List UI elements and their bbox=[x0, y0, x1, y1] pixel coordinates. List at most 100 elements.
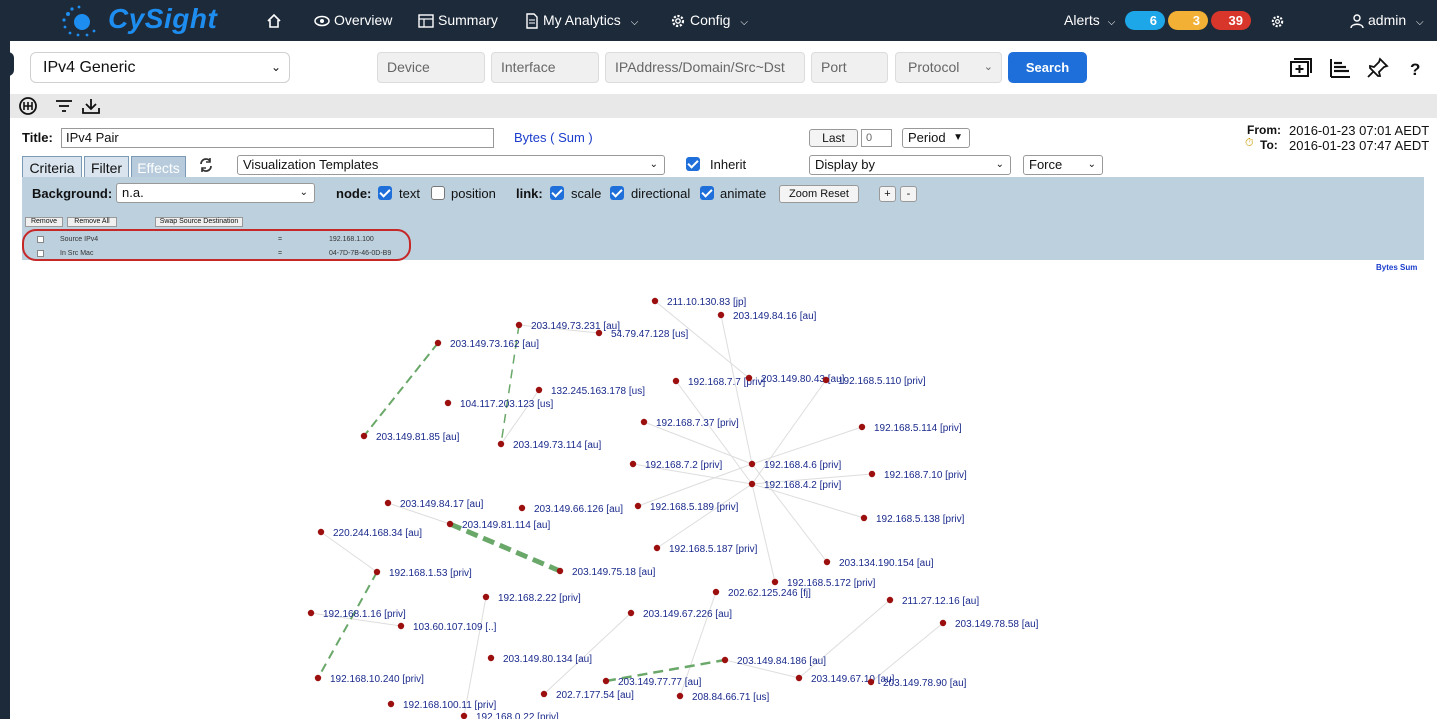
graph-node[interactable]: 203.149.75.18 [au] bbox=[556, 567, 656, 578]
graph-node[interactable]: 203.149.81.114 [au] bbox=[446, 520, 551, 531]
graph-node[interactable]: 203.149.73.231 [au] bbox=[515, 321, 620, 332]
tab-criteria[interactable]: Criteria bbox=[22, 156, 82, 178]
force-select[interactable]: Force ⌄ bbox=[1023, 155, 1103, 175]
graph-node[interactable]: 192.168.5.110 [priv] bbox=[822, 376, 926, 387]
inherit-checkbox[interactable] bbox=[686, 157, 700, 171]
graph-node[interactable]: 220.244.168.34 [au] bbox=[317, 528, 422, 539]
graph-node-dot[interactable] bbox=[676, 692, 684, 700]
bar-list-icon[interactable] bbox=[1327, 56, 1353, 80]
graph-node-dot[interactable] bbox=[397, 622, 405, 630]
zoom-in-button[interactable]: + bbox=[879, 186, 896, 202]
graph-node-dot[interactable] bbox=[540, 690, 548, 698]
graph-node[interactable]: 192.168.0.22 [priv] bbox=[460, 712, 559, 719]
graph-node[interactable]: 192.168.4.2 [priv] bbox=[748, 480, 842, 491]
graph-node[interactable]: 203.149.80.134 [au] bbox=[487, 654, 592, 665]
graph-node[interactable]: 203.149.73.114 [au] bbox=[497, 440, 602, 451]
graph-node[interactable]: 192.168.5.138 [priv] bbox=[860, 514, 965, 525]
zoom-reset-button[interactable]: Zoom Reset bbox=[779, 185, 859, 203]
graph-node-dot[interactable] bbox=[444, 399, 452, 407]
graph-node-dot[interactable] bbox=[712, 588, 720, 596]
graph-node[interactable]: 202.62.125.246 [fj] bbox=[712, 588, 811, 599]
nav-my-analytics[interactable]: My Analytics ⌵ bbox=[525, 0, 638, 41]
sidebar-toggle-handle[interactable] bbox=[0, 52, 14, 76]
graph-node[interactable]: 103.60.107.109 [..] bbox=[397, 622, 497, 633]
graph-node-dot[interactable] bbox=[535, 386, 543, 394]
filter-row-checkbox[interactable] bbox=[37, 236, 44, 243]
help-icon[interactable]: ? bbox=[1402, 56, 1428, 80]
graph-nodes[interactable]: 211.10.130.83 [jp] 203.149.84.16 [au] 203.… bbox=[307, 297, 1039, 719]
link-animate-checkbox[interactable] bbox=[700, 186, 714, 200]
link-directional-checkbox[interactable] bbox=[610, 186, 624, 200]
user-menu[interactable]: admin ⌵ bbox=[1350, 0, 1424, 41]
settings-button[interactable] bbox=[1270, 0, 1289, 41]
graph-node-dot[interactable] bbox=[721, 656, 729, 664]
graph-node[interactable]: 192.168.100.11 [priv] bbox=[387, 700, 497, 711]
graph-node[interactable]: 203.134.190.154 [au] bbox=[823, 558, 934, 569]
title-input[interactable]: IPv4 Pair bbox=[61, 128, 494, 148]
graph-node-dot[interactable] bbox=[482, 593, 490, 601]
nav-alerts[interactable]: Alerts ⌵ bbox=[1064, 0, 1115, 41]
graph-node-dot[interactable] bbox=[307, 609, 315, 617]
graph-node-dot[interactable] bbox=[886, 596, 894, 604]
graph-node[interactable]: 208.84.66.71 [us] bbox=[676, 692, 770, 703]
graph-node-dot[interactable] bbox=[556, 567, 564, 575]
graph-node-dot[interactable] bbox=[748, 480, 756, 488]
graph-node[interactable]: 132.245.163.178 [us] bbox=[535, 386, 645, 397]
visualization-templates-select[interactable]: Visualization Templates ⌄ bbox=[237, 155, 665, 175]
graph-node-dot[interactable] bbox=[384, 499, 392, 507]
graph-node[interactable]: 203.149.78.90 [au] bbox=[867, 678, 967, 689]
graph-node[interactable]: 203.149.77.77 [au] bbox=[602, 677, 702, 688]
graph-node-dot[interactable] bbox=[602, 677, 610, 685]
graph-node-dot[interactable] bbox=[373, 568, 381, 576]
graph-node[interactable]: 203.149.67.226 [au] bbox=[627, 609, 732, 620]
graph-node-dot[interactable] bbox=[387, 700, 395, 708]
graph-node-dot[interactable] bbox=[867, 678, 875, 686]
graph-node-dot[interactable] bbox=[717, 311, 725, 319]
graph-node[interactable]: 192.168.2.22 [priv] bbox=[482, 593, 581, 604]
report-type-select[interactable]: IPv4 Generic ⌄ bbox=[30, 52, 290, 83]
graph-node[interactable]: 203.149.84.17 [au] bbox=[384, 499, 484, 510]
filter-row-checkbox[interactable] bbox=[37, 250, 44, 257]
graph-node[interactable]: 203.149.73.162 [au] bbox=[434, 339, 539, 350]
graph-node[interactable]: 211.10.130.83 [jp] bbox=[651, 297, 747, 308]
graph-node-dot[interactable] bbox=[651, 297, 659, 305]
graph-node-dot[interactable] bbox=[446, 520, 454, 528]
graph-node-dot[interactable] bbox=[672, 377, 680, 385]
graph-node-dot[interactable] bbox=[822, 376, 830, 384]
graph-node[interactable]: 203.149.81.85 [au] bbox=[360, 432, 460, 443]
network-globe-icon[interactable] bbox=[18, 97, 38, 115]
remove-all-filters-button[interactable]: Remove All bbox=[67, 217, 117, 227]
graph-node-dot[interactable] bbox=[497, 440, 505, 448]
search-button[interactable]: Search bbox=[1008, 52, 1087, 83]
graph-node-dot[interactable] bbox=[434, 339, 442, 347]
last-button[interactable]: Last bbox=[809, 129, 858, 147]
graph-node[interactable]: 203.149.66.126 [au] bbox=[518, 504, 623, 515]
graph-node-dot[interactable] bbox=[748, 460, 756, 468]
graph-node-dot[interactable] bbox=[634, 502, 642, 510]
metric-link[interactable]: Bytes ( Sum ) bbox=[514, 130, 593, 145]
graph-node[interactable]: 203.149.78.58 [au] bbox=[939, 619, 1039, 630]
graph-node[interactable]: 192.168.5.114 [priv] bbox=[858, 423, 962, 434]
pin-icon[interactable] bbox=[1365, 56, 1391, 80]
graph-node[interactable]: 192.168.1.16 [priv] bbox=[307, 609, 406, 620]
period-select[interactable]: Period ▼ bbox=[902, 128, 970, 148]
graph-node-dot[interactable] bbox=[745, 374, 753, 382]
alert-count-blue[interactable]: 6 bbox=[1125, 11, 1165, 30]
alert-count-yellow[interactable]: 3 bbox=[1168, 11, 1208, 30]
graph-node[interactable]: 192.168.7.10 [priv] bbox=[868, 470, 967, 481]
graph-node-dot[interactable] bbox=[939, 619, 947, 627]
graph-node-dot[interactable] bbox=[771, 578, 779, 586]
display-by-select[interactable]: Display by ⌄ bbox=[809, 155, 1011, 175]
graph-node[interactable]: 202.7.177.54 [au] bbox=[540, 690, 634, 701]
graph-node-dot[interactable] bbox=[795, 674, 803, 682]
nav-config[interactable]: Config ⌵ bbox=[670, 0, 748, 41]
filter-icon[interactable] bbox=[54, 97, 74, 115]
graph-node-dot[interactable] bbox=[515, 321, 523, 329]
graph-node[interactable]: 192.168.7.37 [priv] bbox=[640, 418, 739, 429]
ip-address-input[interactable]: IPAddress/Domain/Src~Dst bbox=[605, 52, 805, 83]
download-icon[interactable] bbox=[81, 97, 101, 115]
graph-node[interactable]: 104.117.203.123 [us] bbox=[444, 399, 554, 410]
add-dashboard-icon[interactable] bbox=[1287, 56, 1313, 80]
graph-node-dot[interactable] bbox=[653, 544, 661, 552]
remove-filter-button[interactable]: Remove bbox=[25, 217, 63, 227]
